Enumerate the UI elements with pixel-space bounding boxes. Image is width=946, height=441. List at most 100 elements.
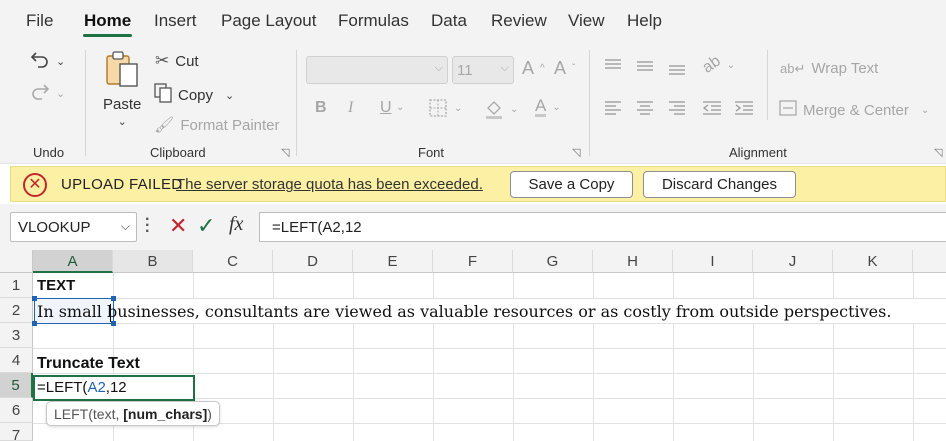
- borders-icon[interactable]: ⌄: [428, 98, 462, 118]
- formula-bar-grip-icon[interactable]: · · ·: [145, 212, 150, 240]
- menu-insert[interactable]: Insert: [154, 11, 197, 31]
- align-top-icon[interactable]: [603, 58, 623, 74]
- font-color-icon[interactable]: A ⌄: [535, 97, 561, 117]
- column-header-b[interactable]: B: [113, 250, 193, 273]
- reference-resize-handle[interactable]: [32, 321, 37, 326]
- error-x-icon: ✕: [23, 173, 47, 197]
- column-header-d[interactable]: D: [273, 250, 353, 273]
- menu-home[interactable]: Home: [84, 11, 131, 31]
- chevron-down-icon: ⌵: [500, 62, 509, 74]
- formula-text-prefix: =LEFT(: [37, 379, 88, 396]
- redo-button[interactable]: ⌄: [30, 82, 65, 104]
- cancel-formula-icon[interactable]: ✕: [169, 213, 187, 239]
- copy-button[interactable]: Copy ⌄: [154, 83, 234, 107]
- formula-input[interactable]: =LEFT(A2,12: [259, 212, 946, 242]
- discard-changes-button[interactable]: Discard Changes: [643, 171, 796, 198]
- align-middle-icon[interactable]: [635, 58, 655, 74]
- underline-dropdown-icon[interactable]: ⌄: [396, 102, 404, 113]
- redo-dropdown-icon[interactable]: ⌄: [56, 87, 65, 100]
- row-header-2[interactable]: 2: [0, 298, 33, 323]
- formula-text-suffix: ,12: [105, 379, 127, 396]
- merge-center-icon: [779, 100, 797, 120]
- row-header-6[interactable]: 6: [0, 398, 33, 423]
- select-all-corner[interactable]: [0, 250, 33, 273]
- tooltip-current-arg: [num_chars]: [123, 406, 208, 422]
- name-box[interactable]: VLOOKUP ⌵: [10, 212, 137, 242]
- scissors-icon: ✂: [155, 51, 170, 70]
- font-dialog-launcher-icon[interactable]: ◹: [572, 146, 580, 159]
- undo-dropdown-icon[interactable]: ⌄: [56, 55, 65, 68]
- chevron-down-icon[interactable]: ⌵: [121, 219, 130, 234]
- fill-color-icon[interactable]: ⌄: [484, 98, 518, 120]
- chevron-down-icon: ⌵: [434, 62, 443, 74]
- paste-dropdown-icon[interactable]: ⌄: [118, 115, 127, 128]
- reference-resize-handle[interactable]: [111, 296, 116, 301]
- underline-button[interactable]: U: [380, 99, 392, 117]
- paste-button[interactable]: Paste ⌄: [103, 50, 141, 128]
- bold-button[interactable]: B: [315, 99, 327, 117]
- column-header-e[interactable]: E: [353, 250, 433, 273]
- merge-center-button[interactable]: Merge & Center ⌄: [779, 100, 929, 120]
- menu-view[interactable]: View: [568, 11, 605, 31]
- tooltip-close: ): [207, 406, 212, 422]
- clipboard-dialog-launcher-icon[interactable]: ◹: [281, 146, 289, 159]
- column-header-partial: [913, 250, 946, 273]
- alignment-dialog-launcher-icon[interactable]: ◹: [934, 146, 942, 159]
- cell-a4[interactable]: Truncate Text: [37, 355, 140, 373]
- align-left-icon[interactable]: [603, 99, 623, 117]
- save-a-copy-button[interactable]: Save a Copy: [510, 171, 633, 198]
- formula-bar: VLOOKUP ⌵ · · · ✕ ✓ fx =LEFT(A2,12: [0, 204, 946, 250]
- insert-function-icon[interactable]: fx: [229, 213, 243, 236]
- row-header-5[interactable]: 5: [0, 373, 33, 398]
- column-header-h[interactable]: H: [593, 250, 673, 273]
- row-header-7[interactable]: 7: [0, 423, 33, 441]
- ribbon: ⌄ ⌄ Undo Paste ⌄ ✂ Cut Copy ⌄ 🖌 Format P…: [0, 42, 946, 164]
- cut-button[interactable]: ✂ Cut: [155, 51, 199, 71]
- align-right-icon[interactable]: [667, 99, 687, 117]
- menu-formulas[interactable]: Formulas: [338, 11, 409, 31]
- column-header-i[interactable]: I: [673, 250, 753, 273]
- function-argument-tooltip[interactable]: LEFT(text, [num_chars]): [46, 401, 220, 426]
- increase-indent-icon[interactable]: [733, 99, 755, 117]
- ribbon-separator: [85, 50, 86, 156]
- increase-font-size-icon[interactable]: A ^: [522, 58, 545, 79]
- upload-failed-message-bar: ✕ UPLOAD FAILED The server storage quota…: [10, 166, 946, 202]
- merge-center-label: Merge & Center: [803, 101, 909, 119]
- wrap-text-button[interactable]: ab↵ Wrap Text: [780, 60, 878, 77]
- undo-button[interactable]: ⌄: [30, 50, 65, 72]
- menu-review[interactable]: Review: [491, 11, 547, 31]
- menu-file[interactable]: File: [26, 11, 53, 31]
- menu-help[interactable]: Help: [627, 11, 662, 31]
- cell-a1[interactable]: TEXT: [37, 277, 75, 294]
- paintbrush-icon: 🖌: [154, 117, 175, 134]
- reference-resize-handle[interactable]: [111, 321, 116, 326]
- font-name-combo[interactable]: ⌵: [306, 56, 448, 84]
- align-center-icon[interactable]: [635, 99, 655, 117]
- column-header-a[interactable]: A: [33, 250, 113, 273]
- decrease-font-size-icon[interactable]: Aˇ: [554, 58, 575, 79]
- format-painter-button[interactable]: 🖌 Format Painter: [154, 115, 280, 135]
- row-header-4[interactable]: 4: [0, 348, 33, 373]
- quota-exceeded-link[interactable]: The server storage quota has been exceed…: [176, 176, 483, 193]
- column-header-f[interactable]: F: [433, 250, 513, 273]
- merge-dropdown-icon[interactable]: ⌄: [921, 105, 929, 116]
- orientation-icon[interactable]: ab ⌄: [699, 53, 735, 77]
- ribbon-separator: [767, 50, 768, 120]
- enter-formula-icon[interactable]: ✓: [197, 213, 215, 239]
- reference-resize-handle[interactable]: [32, 296, 37, 301]
- row-header-3[interactable]: 3: [0, 323, 33, 348]
- italic-button[interactable]: I: [348, 99, 353, 117]
- menu-data[interactable]: Data: [431, 11, 467, 31]
- align-bottom-icon[interactable]: [667, 58, 687, 76]
- cell-a5-formula[interactable]: =LEFT(A2,12: [37, 379, 127, 396]
- decrease-indent-icon[interactable]: [701, 99, 723, 117]
- row-header-1[interactable]: 1: [0, 273, 33, 298]
- menu-page-layout[interactable]: Page Layout: [221, 11, 316, 31]
- column-header-g[interactable]: G: [513, 250, 593, 273]
- font-size-combo[interactable]: 11 ⌵: [452, 56, 514, 84]
- column-header-j[interactable]: J: [753, 250, 833, 273]
- column-header-k[interactable]: K: [833, 250, 913, 273]
- cell-a2[interactable]: In small businesses, consultants are vie…: [37, 302, 891, 321]
- copy-dropdown-icon[interactable]: ⌄: [225, 89, 234, 102]
- column-header-c[interactable]: C: [193, 250, 273, 273]
